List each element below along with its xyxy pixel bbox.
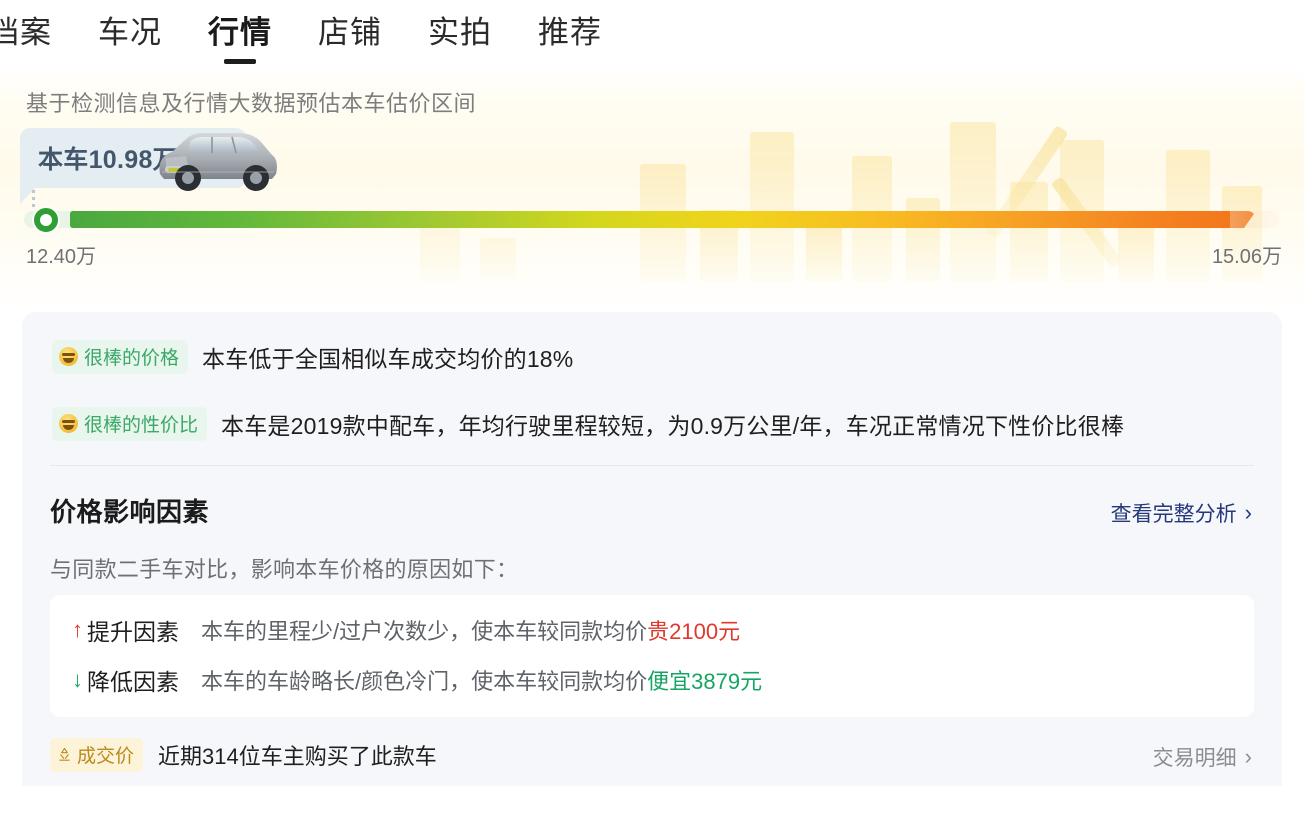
hero-subtitle: 基于检测信息及行情大数据预估本车估价区间 [26,86,476,118]
highlight-text-price: 本车低于全国相似车成交均价的18% [202,340,573,374]
factors-box: ↑ 提升因素 本车的里程少/过户次数少，使本车较同款均价贵2100元 ↓ 降低因… [50,595,1254,717]
tab-dianpu[interactable]: 店铺 [318,17,382,54]
deal-price-badge: 成交价 [50,738,143,772]
factor-row-increase: ↑ 提升因素 本车的里程少/过户次数少，使本车较同款均价贵2100元 [72,613,740,647]
factor-desc-decrease: 本车的车龄略长/颜色冷门，使本车较同款均价便宜3879元 [201,664,762,696]
pill-label: 很棒的价格 [84,343,179,370]
tab-chekuang[interactable]: 车况 [98,17,162,54]
chevron-right-icon: › [1245,746,1252,768]
tab-shipai[interactable]: 实拍 [428,17,492,54]
top-nav-tabs: 档案 车况 行情 店铺 实拍 推荐 [0,0,1304,70]
deal-price-row: 成交价 近期314位车主购买了此款车 [50,738,437,772]
range-min-label: 12.40万 [26,240,96,269]
tab-label: 车况 [98,15,162,50]
market-price-page: 档案 车况 行情 店铺 实拍 推荐 基于检测信息及行情大数据预估本车估价区 [0,0,1304,816]
transaction-detail-link[interactable]: 交易明细 › [1153,742,1252,772]
price-marker-handle[interactable] [34,208,58,232]
range-gradient-track [70,211,1256,228]
highlight-row-price: 很棒的价格 本车低于全国相似车成交均价的18% [52,340,573,374]
arrow-up-icon: ↑ [72,619,83,641]
card-divider [50,465,1254,466]
factor-desc-increase: 本车的里程少/过户次数少，使本车较同款均价贵2100元 [201,614,740,646]
tab-label: 实拍 [428,15,492,50]
transaction-detail-label: 交易明细 [1153,742,1237,772]
factor-amount-increase: 贵2100元 [647,619,740,644]
tab-label: 行情 [208,15,272,50]
deal-badge-label: 成交价 [77,741,134,768]
factor-desc-prefix: 本车的里程少/过户次数少，使本车较同款均价 [201,619,647,644]
arrow-down-icon: ↓ [72,669,83,691]
people-icon [57,747,72,762]
tab-label: 店铺 [318,15,382,50]
range-track-tail [1230,211,1280,228]
factor-row-decrease: ↓ 降低因素 本车的车龄略长/颜色冷门，使本车较同款均价便宜3879元 [72,663,762,697]
pill-label: 很棒的性价比 [84,410,198,437]
chevron-right-icon: › [1245,502,1252,524]
factor-amount-decrease: 便宜3879元 [647,669,762,694]
highlight-pill-value: 很棒的性价比 [52,407,207,441]
highlight-pill-price: 很棒的价格 [52,340,188,374]
price-estimate-hero: 基于检测信息及行情大数据预估本车估价区间 本车10.98万 [0,62,1304,312]
tab-dangan[interactable]: 档案 [0,17,52,54]
tab-tuijian[interactable]: 推荐 [538,17,602,54]
price-analysis-card: 很棒的价格 本车低于全国相似车成交均价的18% 很棒的性价比 本车是2019款中… [22,312,1282,786]
highlight-text-value: 本车是2019款中配车，年均行驶里程较短，为0.9万公里/年，车况正常情况下性价… [221,407,1124,441]
grinning-face-emoji-icon [59,347,78,366]
car-image [152,122,280,194]
highlight-row-value: 很棒的性价比 本车是2019款中配车，年均行驶里程较短，为0.9万公里/年，车况… [52,407,1124,441]
factor-label-decrease: 降低因素 [87,663,179,697]
view-full-analysis-label: 查看完整分析 [1111,498,1237,528]
factors-subtitle: 与同款二手车对比，影响本车价格的原因如下： [50,552,518,584]
tab-label: 推荐 [538,15,602,50]
tab-label: 档案 [0,15,52,50]
price-range-bar [24,208,1280,232]
factor-label-increase: 提升因素 [87,613,179,647]
deal-summary-text: 近期314位车主购买了此款车 [158,739,437,771]
page-title: 价格影响因素 [50,492,209,529]
factor-desc-prefix: 本车的车龄略长/颜色冷门，使本车较同款均价 [201,669,647,694]
grinning-face-emoji-icon [59,414,78,433]
tab-hangqing[interactable]: 行情 [208,17,272,54]
range-max-label: 15.06万 [1212,240,1282,269]
view-full-analysis-link[interactable]: 查看完整分析 › [1111,498,1252,528]
